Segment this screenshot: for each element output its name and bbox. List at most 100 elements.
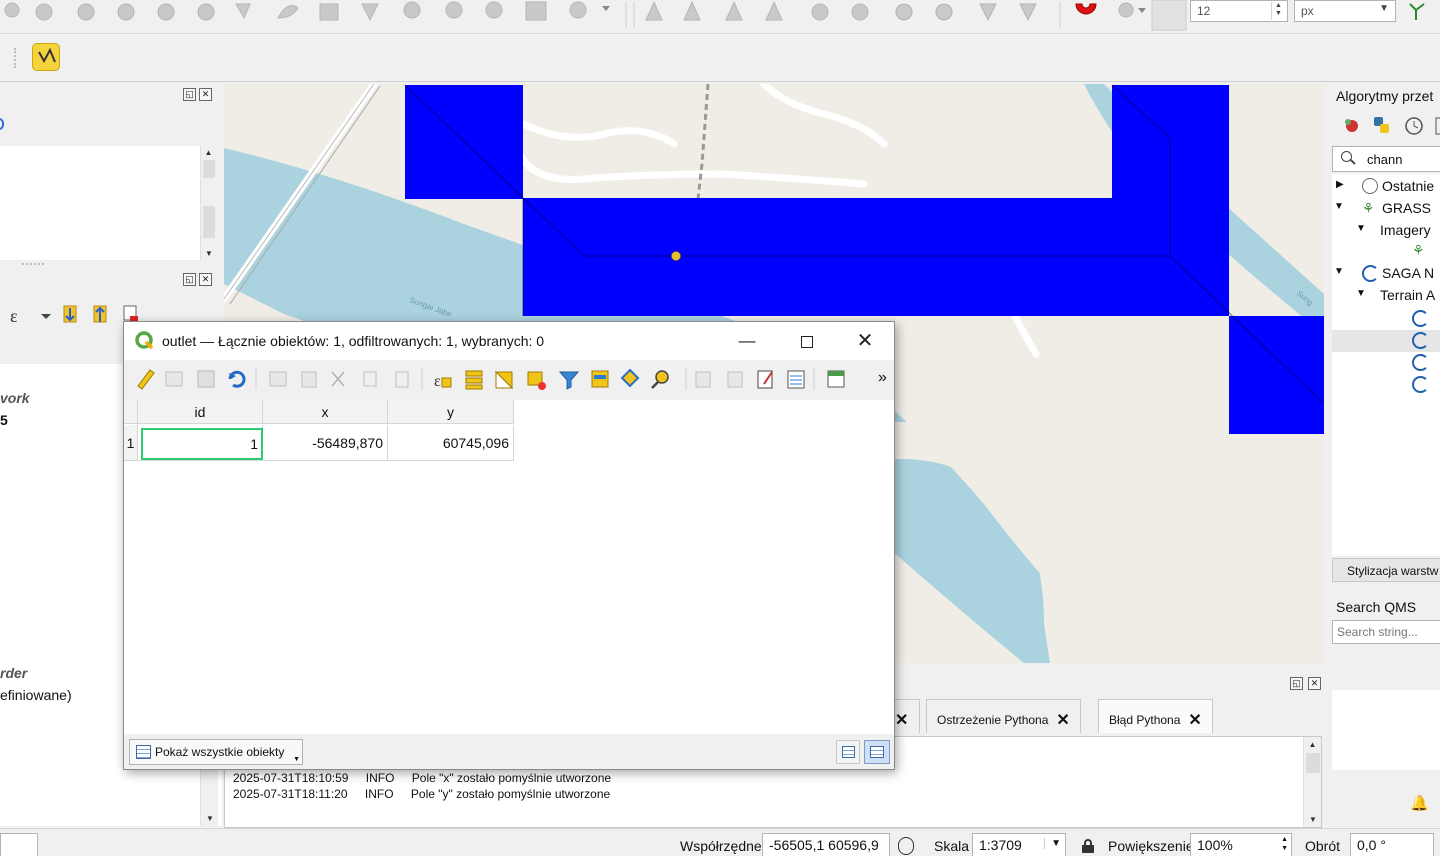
tool-icon[interactable] <box>895 3 913 21</box>
close-tab-icon[interactable]: ✕ <box>895 712 908 729</box>
saga-icon[interactable] <box>1412 332 1429 349</box>
tool-icon[interactable] <box>935 3 953 21</box>
column-header-x[interactable]: x <box>263 400 388 424</box>
float-panel-button[interactable]: ◱ <box>183 273 196 286</box>
locator-bar[interactable] <box>0 833 38 856</box>
algorithm-list[interactable] <box>1332 304 1440 556</box>
close-window-button[interactable]: ✕ <box>842 322 888 360</box>
move-down-icon[interactable] <box>63 305 77 323</box>
delete-field-icon[interactable] <box>727 371 743 388</box>
chevron-down-icon[interactable]: ▼ <box>1356 223 1366 234</box>
tool-icon[interactable] <box>235 3 251 20</box>
magnet-icon[interactable] <box>1075 3 1097 15</box>
move-selection-top-icon[interactable] <box>591 370 609 388</box>
mouse-icon[interactable] <box>898 837 914 855</box>
tool-icon[interactable] <box>77 3 95 21</box>
font-size-spinbox[interactable]: 12 ▲ ▼ <box>1190 0 1288 22</box>
more-tools-button[interactable]: » <box>878 369 887 387</box>
tool-icon[interactable] <box>811 3 829 21</box>
lock-icon[interactable] <box>1082 839 1094 853</box>
form-view-button[interactable] <box>836 740 860 764</box>
delete-feature-icon[interactable] <box>301 371 317 388</box>
field-calculator-icon[interactable] <box>757 370 773 389</box>
pan-to-selected-icon[interactable] <box>620 368 640 388</box>
coords-field[interactable]: -56505,1 60596,9 <box>762 833 890 856</box>
options-icon[interactable] <box>1435 117 1440 135</box>
scrollbar[interactable]: ▲ ▼ <box>1303 737 1321 827</box>
copy-icon[interactable] <box>363 371 377 387</box>
chevron-down-icon[interactable]: ▼ <box>1334 201 1344 212</box>
tool-icon[interactable] <box>979 3 997 22</box>
minimize-button[interactable]: — <box>724 322 770 360</box>
tool-icon[interactable] <box>485 1 503 19</box>
tool-icon[interactable] <box>569 1 587 19</box>
table-cell-x[interactable]: -56489,870 <box>263 425 388 461</box>
zoom-to-selected-icon[interactable] <box>651 370 669 389</box>
close-panel-button[interactable]: ✕ <box>1308 677 1321 690</box>
python-icon[interactable] <box>1374 117 1389 133</box>
column-header-y[interactable]: y <box>388 400 514 424</box>
table-cell-y[interactable]: 60745,096 <box>388 425 514 461</box>
tool-icon[interactable] <box>683 0 701 21</box>
tool-icon[interactable] <box>403 1 421 19</box>
models-icon[interactable] <box>1345 119 1358 132</box>
epsilon-filter-icon[interactable]: ε <box>10 306 18 326</box>
close-tab-icon[interactable]: ✕ <box>1188 712 1201 729</box>
select-all-icon[interactable] <box>465 370 483 390</box>
table-view-button[interactable] <box>864 740 890 764</box>
float-panel-button[interactable]: ◱ <box>183 88 196 101</box>
toggle-edit-pencil-icon[interactable] <box>137 369 155 390</box>
deselect-all-icon[interactable] <box>527 371 546 390</box>
maximize-button[interactable] <box>784 322 830 360</box>
spin-arrows[interactable]: ▲ ▼ <box>1271 2 1285 20</box>
qms-search-input[interactable]: Search string... <box>1332 620 1440 644</box>
saga-icon[interactable] <box>1412 354 1429 371</box>
multi-edit-icon[interactable] <box>165 371 183 387</box>
saga-icon[interactable] <box>1412 376 1429 393</box>
paste-icon[interactable] <box>395 371 409 388</box>
move-up-icon[interactable] <box>93 305 107 323</box>
browser-list[interactable]: ▲ ▼ <box>0 146 216 260</box>
conditional-formatting-icon[interactable] <box>787 370 805 389</box>
scrollbar[interactable]: ▼ <box>200 770 218 826</box>
new-field-icon[interactable] <box>695 371 711 388</box>
chevron-down-icon[interactable]: ▼ <box>1334 266 1344 277</box>
show-all-features-button[interactable]: Pokaż wszystkie obiekty ▼ <box>129 739 303 765</box>
tool-icon[interactable] <box>851 3 869 21</box>
tool-icon[interactable] <box>157 3 175 21</box>
scrollbar[interactable]: ▲ ▼ <box>200 146 216 260</box>
tool-icon[interactable] <box>361 3 379 22</box>
reload-icon[interactable] <box>228 370 246 388</box>
scale-combo[interactable]: 1:3709 ▼ <box>972 833 1066 856</box>
tool-icon[interactable] <box>1118 2 1134 18</box>
zoom-spinbox[interactable]: 100% ▲ ▼ <box>1190 833 1292 856</box>
filter-icon[interactable] <box>558 371 580 390</box>
cut-icon[interactable] <box>331 371 345 387</box>
float-panel-button[interactable]: ◱ <box>1290 677 1303 690</box>
tab-python-error[interactable]: Błąd Pythona ✕ <box>1098 699 1213 733</box>
table-cell-id[interactable]: 1 <box>138 425 263 461</box>
close-panel-button[interactable]: ✕ <box>199 88 212 101</box>
rotation-spinbox[interactable]: 0,0 ° <box>1350 833 1434 856</box>
selected-cell[interactable]: 1 <box>141 428 263 460</box>
tool-icon[interactable] <box>765 0 783 21</box>
tool-icon[interactable] <box>319 3 339 21</box>
bell-icon[interactable]: 🔔 <box>1410 794 1429 812</box>
spin-arrows[interactable]: ▲ ▼ <box>1281 835 1288 853</box>
tab-python-warning[interactable]: Ostrzeżenie Pythona ✕ <box>926 699 1081 733</box>
chevron-right-icon[interactable]: ▶ <box>1336 179 1344 190</box>
select-by-expression-icon[interactable]: ε <box>434 373 452 390</box>
toolbox-search-field[interactable]: chann <box>1332 146 1440 172</box>
dock-table-icon[interactable] <box>827 370 845 388</box>
chevron-down-icon[interactable]: ▼ <box>1044 838 1061 849</box>
tool-icon[interactable] <box>277 5 299 19</box>
tool-icon[interactable] <box>35 3 53 21</box>
invert-selection-icon[interactable] <box>494 370 514 390</box>
outlet-point[interactable] <box>671 251 681 261</box>
save-edits-icon[interactable] <box>197 370 215 388</box>
attribute-table-grid[interactable]: id x y 1 1 -56489,870 60745,096 <box>124 400 894 734</box>
tool-icon[interactable] <box>725 0 743 21</box>
tab-styling[interactable]: Stylizacja warstw <box>1332 558 1440 582</box>
tool-icon[interactable] <box>1019 3 1037 22</box>
chevron-down-icon[interactable]: ▼ <box>1356 288 1366 299</box>
